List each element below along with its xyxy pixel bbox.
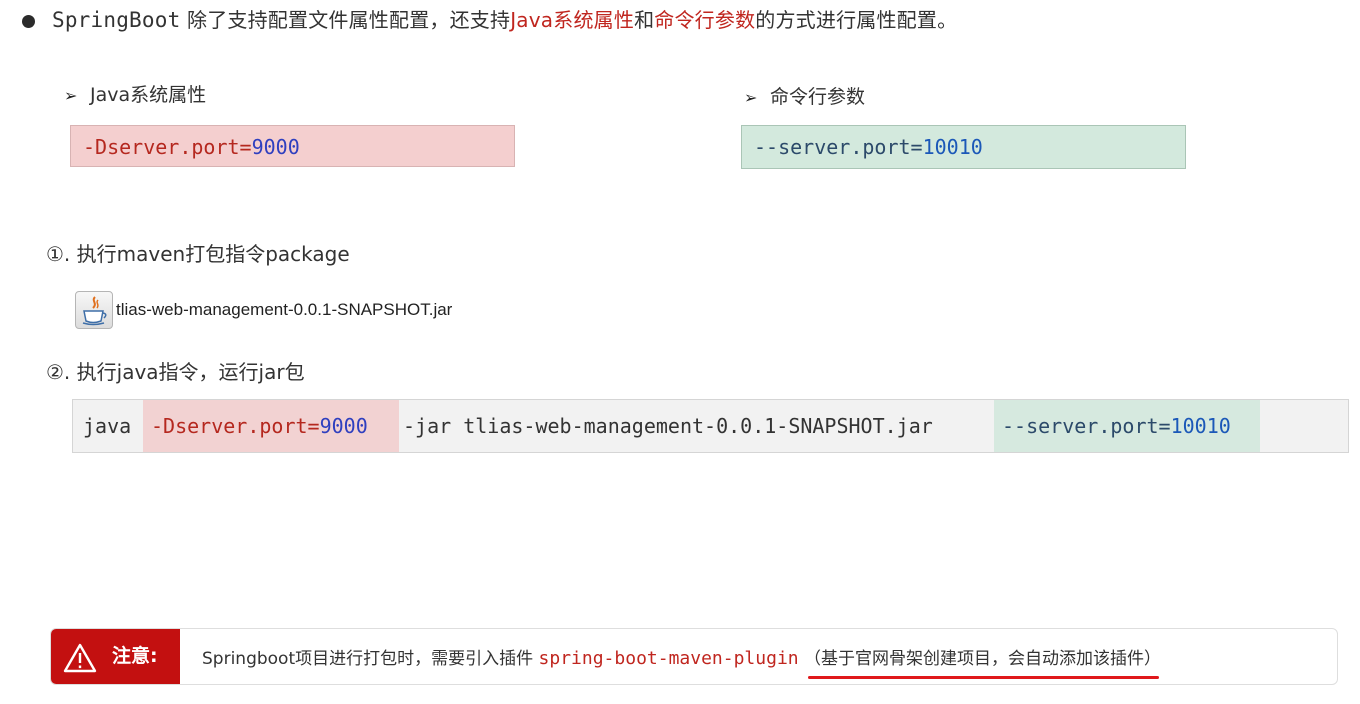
java-props-code-box: -Dserver.port=9000	[70, 125, 515, 167]
intro-and: 和	[634, 8, 655, 32]
warning-icon	[63, 643, 97, 673]
note-paren-label: （基于官网骨架创建项目，会自动添加该插件）	[804, 649, 1162, 669]
cmd-d-flag: -Dserver.port=	[151, 414, 320, 438]
cmd-args-heading: ➢ 命令行参数	[744, 82, 865, 112]
cmd-java-system-property: -Dserver.port=9000	[143, 400, 399, 452]
note-label: 注意:	[112, 645, 158, 667]
intro-text-1: 除了支持配置文件属性配置，还支持	[180, 8, 511, 32]
java-props-heading-label: Java系统属性	[90, 84, 207, 106]
cmd-command-line-arg: --server.port=10010	[994, 400, 1260, 452]
java-props-heading: ➢ Java系统属性	[64, 80, 206, 110]
note-text-main: Springboot项目进行打包时，需要引入插件	[202, 649, 539, 669]
cmd-jar-arg: -jar tlias-web-management-0.0.1-SNAPSHOT…	[403, 414, 933, 438]
cmd-args-code-box: --server.port=10010	[741, 125, 1186, 169]
jar-file-name: tlias-web-management-0.0.1-SNAPSHOT.jar	[116, 300, 453, 319]
java-props-flag: -Dserver.port=	[83, 135, 252, 159]
intro-java-highlight: Java系统属性	[510, 8, 635, 32]
intro-text-2: 的方式进行属性配置。	[755, 8, 958, 32]
intro-cmd-highlight: 命令行参数	[654, 8, 756, 32]
jar-file-icon	[75, 291, 113, 329]
arrow-icon: ➢	[64, 86, 78, 105]
intro-text: SpringBoot 除了支持配置文件属性配置，还支持Java系统属性和命令行参…	[52, 2, 957, 38]
cmd-java: java	[83, 414, 132, 438]
intro-prefix: SpringBoot	[52, 8, 181, 32]
note-plugin-name: spring-boot-maven-plugin	[538, 648, 799, 669]
note-paren-text: （基于官网骨架创建项目，会自动添加该插件）	[804, 629, 1162, 684]
step2-label: ②. 执行java指令，运行jar包	[46, 360, 305, 384]
note-underline	[808, 676, 1160, 679]
cmd-d-value: 9000	[319, 414, 368, 438]
cmd-s-flag: --server.port=	[1002, 414, 1171, 438]
cmd-args-value: 10010	[922, 135, 983, 159]
note-callout: 注意: Springboot项目进行打包时，需要引入插件 spring-boot…	[50, 628, 1338, 685]
cmd-args-flag: --server.port=	[754, 135, 923, 159]
note-text: Springboot项目进行打包时，需要引入插件 spring-boot-mav…	[202, 629, 1161, 684]
arrow-icon: ➢	[744, 88, 758, 107]
command-line-box: java -Dserver.port=9000 -jar tlias-web-m…	[72, 399, 1349, 453]
step1-label: ①. 执行maven打包指令package	[46, 242, 350, 266]
note-tag: 注意:	[51, 629, 180, 684]
cmd-args-heading-label: 命令行参数	[770, 86, 866, 108]
bullet-icon	[22, 15, 35, 28]
cmd-s-value: 10010	[1170, 414, 1231, 438]
java-props-value: 9000	[251, 135, 300, 159]
